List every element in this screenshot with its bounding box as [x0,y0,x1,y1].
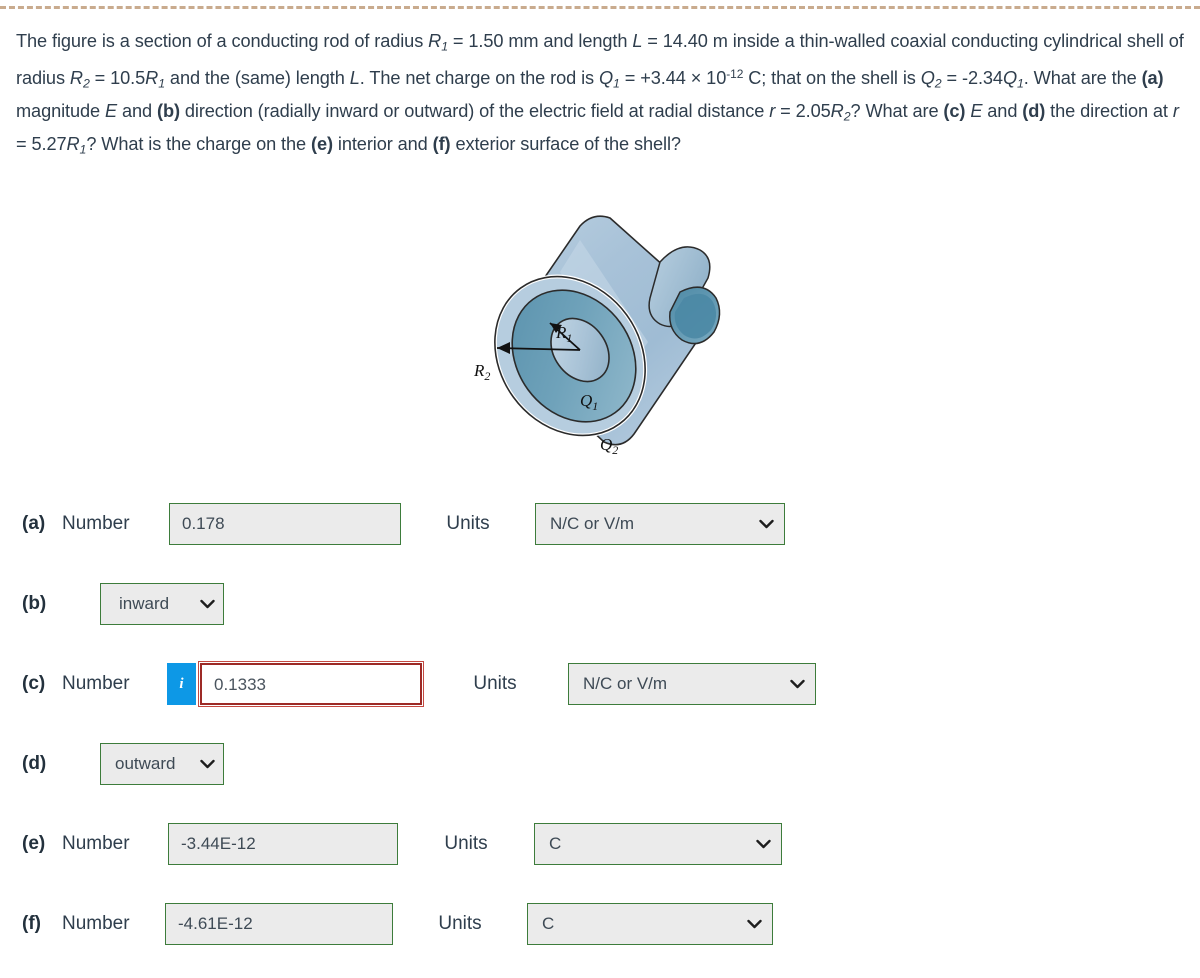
number-label-e: Number [62,833,130,854]
answer-rows: (a) Number 0.178 Units N/C or V/m (b) in… [0,498,1200,978]
units-label-c: Units [473,673,517,694]
units-select-f[interactable]: C [527,903,773,945]
direction-select-b-value: inward [119,594,170,613]
number-input-f[interactable]: -4.61E-12 [165,903,393,945]
row-tag-d: (d) [22,753,47,774]
question-text: The figure is a section of a conducting … [16,31,1184,157]
chevron-down-icon [200,599,215,609]
chevron-down-icon [200,759,215,769]
answer-row-f: (f) Number -4.61E-12 Units C [0,898,1200,978]
units-select-a-value: N/C or V/m [550,514,635,533]
number-label-a: Number [62,513,130,534]
chevron-down-icon [759,519,774,529]
charge-shell-value: -2.34 [961,67,1003,88]
answer-row-e: (e) Number -3.44E-12 Units C [0,818,1200,898]
units-select-f-value: C [542,914,555,933]
shell-radius-value: 10.5 [110,67,146,88]
number-input-e[interactable]: -3.44E-12 [168,823,398,865]
answer-row-c: (c) Number i 0.1333 Units N/C or V/m [0,658,1200,738]
number-label-c: Number [62,673,130,694]
direction-select-d[interactable]: outward [100,743,224,785]
units-select-a[interactable]: N/C or V/m [535,503,785,545]
charge-rod-exponent: -12 [726,66,744,81]
units-label-f: Units [438,913,482,934]
answer-row-d: (d) outward [0,738,1200,818]
coaxial-cylinder-figure: R1 R2 Q1 Q2 [452,188,752,468]
rod-radius-value: 1.50 mm [468,31,539,51]
r-second-value: 5.27 [31,133,67,154]
page-top-divider [0,6,1200,9]
chevron-down-icon [790,679,805,689]
figure-svg: R1 R2 Q1 Q2 [473,215,721,457]
charge-rod-value: +3.44 × 10 [640,67,727,88]
units-select-e-value: C [549,834,562,853]
answer-row-a: (a) Number 0.178 Units N/C or V/m [0,498,1200,578]
r-first-value: 2.05 [795,100,831,121]
figure-label-r2: R2 [473,361,490,383]
number-label-f: Number [62,913,130,934]
chevron-down-icon [747,919,762,929]
row-tag-a: (a) [22,513,46,534]
units-label-a: Units [446,513,490,534]
row-tag-b: (b) [22,593,47,614]
row-tag-f: (f) [22,913,41,934]
info-icon-button-c[interactable]: i [167,663,196,705]
units-label-e: Units [444,833,488,854]
chevron-down-icon [756,839,771,849]
answer-row-b: (b) inward [0,578,1200,658]
direction-select-d-value: outward [115,754,176,773]
number-input-a[interactable]: 0.178 [169,503,401,545]
row-tag-e: (e) [22,833,46,854]
units-select-c[interactable]: N/C or V/m [568,663,816,705]
number-input-c[interactable]: 0.1333 [197,660,425,708]
units-select-e[interactable]: C [534,823,782,865]
direction-select-b[interactable]: inward [100,583,224,625]
rod-length-value: 14.40 m [662,31,728,51]
units-select-c-value: N/C or V/m [583,674,668,693]
row-tag-c: (c) [22,673,46,694]
